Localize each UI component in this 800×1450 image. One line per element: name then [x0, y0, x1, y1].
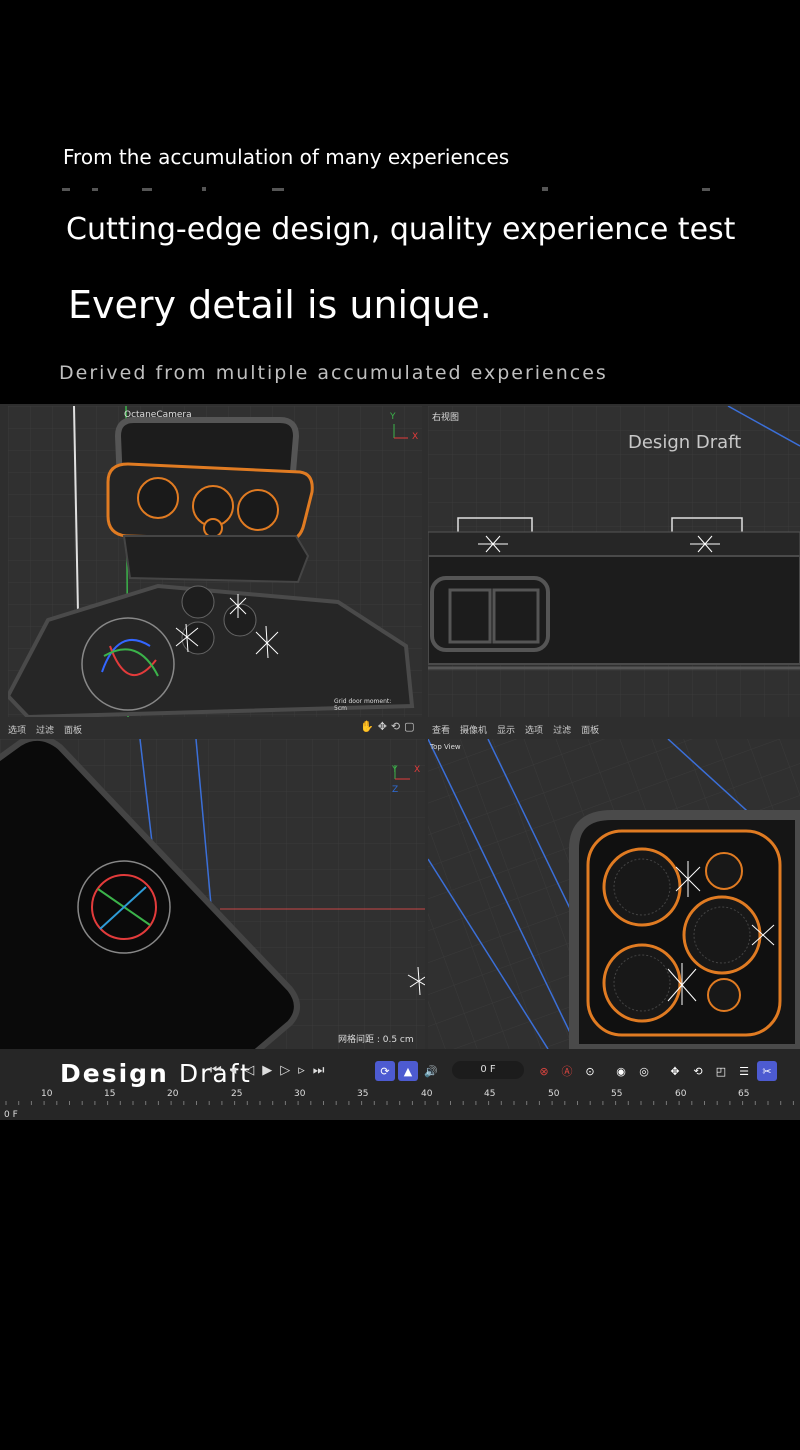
menu-camera[interactable]: 摄像机	[460, 723, 487, 736]
prev-key-icon[interactable]: ◂	[230, 1063, 237, 1078]
scale-icon[interactable]: ◰	[711, 1061, 731, 1081]
transport-controls: ⏮ ◂ ◁ ▶ ▷ ▹ ⏭	[210, 1063, 324, 1078]
hero-line-2: Cutting-edge design, quality experience …	[66, 212, 736, 247]
menu-filter-right[interactable]: 过滤	[553, 723, 571, 736]
tick-55: 55	[611, 1089, 623, 1099]
tick-45: 45	[484, 1089, 496, 1099]
frame-ruler[interactable]: 10 15 20 25 30 35 40 45 50 55 60 65	[0, 1087, 800, 1107]
viewport-nav-tools: ✋ ✥ ⟲ ▢	[360, 720, 415, 733]
tick-60: 60	[675, 1089, 687, 1099]
prev-frame-icon[interactable]: ◁	[244, 1063, 254, 1078]
front-view-scene	[0, 739, 425, 1049]
right-view-title[interactable]: 右视图	[432, 410, 459, 423]
param-icon[interactable]: ☰	[734, 1061, 754, 1081]
go-start-icon[interactable]: ⏮	[210, 1063, 222, 1078]
next-frame-icon[interactable]: ▷	[280, 1063, 290, 1078]
menu-options[interactable]: 选项	[8, 723, 26, 736]
grid-note-value: 5cm	[334, 705, 347, 712]
tick-25: 25	[231, 1089, 243, 1099]
top-view-scene	[428, 739, 800, 1049]
tick-10: 10	[41, 1089, 53, 1099]
key-lock-icon[interactable]: ◉	[611, 1061, 631, 1081]
ghost-text-strip	[62, 187, 710, 191]
record-icon[interactable]: ⊗	[534, 1061, 554, 1081]
tick-35: 35	[357, 1089, 369, 1099]
modeling-workspace: OctaneCamera Y X Grid door moment: 5cm 右…	[0, 404, 800, 1120]
move-icon[interactable]: ✥	[378, 720, 387, 733]
pan-hand-icon[interactable]: ✋	[360, 720, 374, 733]
viewport-menu-left: 选项 过滤 面板	[8, 720, 82, 738]
front-axis-y: Y	[392, 765, 398, 775]
hero-line-3: Every detail is unique.	[68, 283, 492, 327]
front-axis-z: Z	[392, 785, 399, 795]
hero-line-4: Derived from multiple accumulated experi…	[59, 362, 608, 384]
menu-options-right[interactable]: 选项	[525, 723, 543, 736]
frame-start-label: 0 F	[4, 1110, 18, 1120]
maximize-icon[interactable]: ▢	[404, 720, 414, 733]
animation-timeline: Design Draft ⏮ ◂ ◁ ▶ ▷ ▹ ⏭ ⟳ ▲ 🔊 0 F ⊗ Ⓐ…	[0, 1049, 800, 1120]
menu-panel[interactable]: 面板	[64, 723, 82, 736]
next-key-icon[interactable]: ▹	[298, 1063, 305, 1078]
grid-spacing-label: 网格间距 : 0.5 cm	[338, 1035, 414, 1045]
key-mode-icon[interactable]: ▲	[398, 1061, 418, 1081]
top-viewport[interactable]: Top View	[428, 739, 800, 1049]
camera-label[interactable]: OctaneCamera	[124, 410, 192, 420]
tick-20: 20	[167, 1089, 179, 1099]
menu-filter[interactable]: 过滤	[36, 723, 54, 736]
grid-note: Grid door moment:	[334, 698, 392, 705]
watermark-bold: Design	[60, 1059, 169, 1088]
perspective-viewport[interactable]: OctaneCamera Y X Grid door moment: 5cm	[8, 406, 422, 717]
front-axis-x: X	[414, 765, 421, 775]
axis-y-label: Y	[390, 412, 396, 422]
viewport-menu-right: 查看 摄像机 显示 选项 过滤 面板	[432, 720, 599, 738]
sound-icon[interactable]: 🔊	[421, 1061, 441, 1081]
perspective-scene	[8, 406, 422, 717]
menu-view[interactable]: 查看	[432, 723, 450, 736]
hero-line-1: From the accumulation of many experience…	[63, 145, 510, 169]
tick-65: 65	[738, 1089, 750, 1099]
right-view-scene	[428, 406, 800, 717]
keyframe-icon[interactable]: ⊙	[580, 1061, 600, 1081]
rot-icon[interactable]: ⟲	[688, 1061, 708, 1081]
loop-icon[interactable]: ⟳	[375, 1061, 395, 1081]
current-frame-field[interactable]: 0 F	[452, 1061, 524, 1079]
play-icon[interactable]: ▶	[262, 1063, 272, 1078]
menu-display[interactable]: 显示	[497, 723, 515, 736]
key-filter-icon[interactable]: ◎	[634, 1061, 654, 1081]
front-viewport[interactable]: Y X Z 网格间距 : 0.5 cm	[0, 739, 425, 1049]
design-draft-watermark: Design Draft	[628, 432, 742, 453]
tick-50: 50	[548, 1089, 560, 1099]
axis-x-label: X	[412, 432, 419, 442]
orbit-icon[interactable]: ⟲	[391, 720, 400, 733]
tick-40: 40	[421, 1089, 433, 1099]
autokey-icon[interactable]: Ⓐ	[557, 1061, 577, 1081]
menu-panel-right[interactable]: 面板	[581, 723, 599, 736]
tick-30: 30	[294, 1089, 306, 1099]
tick-15: 15	[104, 1089, 116, 1099]
right-viewport[interactable]: 右视图 Design Draft	[428, 406, 800, 717]
pos-icon[interactable]: ✥	[665, 1061, 685, 1081]
top-view-title[interactable]: Top View	[430, 743, 461, 751]
pla-icon[interactable]: ✂	[757, 1061, 777, 1081]
go-end-icon[interactable]: ⏭	[313, 1063, 325, 1078]
